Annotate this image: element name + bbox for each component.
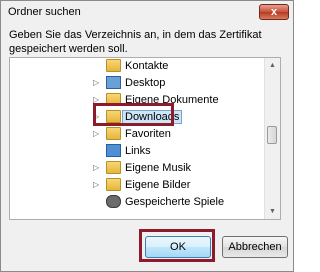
ok-highlight-frame (139, 229, 215, 262)
tree-item-label: Eigene Musik (125, 162, 192, 174)
tree-item-eigene-bilder[interactable]: ▷ Eigene Bilder (10, 177, 260, 194)
title-bar: Ordner suchen x (2, 2, 292, 22)
tree-item-eigene-musik[interactable]: ▷ Eigene Musik (10, 160, 260, 177)
folder-tree[interactable]: Kontakte ▷ Desktop ▷ Eigene Dokumente ▷ … (9, 57, 281, 220)
tree-item-desktop[interactable]: ▷ Desktop (10, 75, 260, 92)
scrollbar-thumb[interactable] (267, 126, 277, 144)
tree-item-label: Desktop (125, 77, 166, 89)
scroll-up-arrow-icon[interactable]: ▲ (265, 58, 280, 73)
expand-icon[interactable]: ▷ (93, 129, 99, 139)
tree-item-links[interactable]: Links (10, 143, 260, 160)
dialog-title: Ordner suchen (8, 6, 81, 18)
tree-item-label: Favoriten (125, 128, 171, 140)
tree-item-label: Kontakte (125, 60, 169, 72)
saved-games-folder-icon (106, 195, 121, 208)
expand-icon[interactable]: ▷ (93, 163, 99, 173)
tree-item-gespeicherte-spiele[interactable]: Gespeicherte Spiele (10, 194, 260, 211)
downloads-highlight-frame (93, 103, 174, 126)
music-folder-icon (106, 161, 121, 174)
tree-item-label: Gespeicherte Spiele (125, 196, 225, 208)
tree-item-kontakte[interactable]: Kontakte (10, 58, 260, 75)
favorites-folder-icon (106, 127, 121, 140)
pictures-folder-icon (106, 178, 121, 191)
close-button[interactable]: x (259, 4, 289, 20)
contacts-folder-icon (106, 59, 121, 72)
expand-icon[interactable]: ▷ (93, 180, 99, 190)
cancel-button[interactable]: Abbrechen (222, 236, 288, 258)
expand-icon[interactable]: ▷ (93, 78, 99, 88)
tree-item-label: Links (125, 145, 151, 157)
desktop-folder-icon (106, 76, 121, 89)
dialog-description: Geben Sie das Verzeichnis an, in dem das… (9, 29, 262, 55)
scroll-down-arrow-icon[interactable]: ▼ (265, 204, 280, 219)
vertical-scrollbar[interactable]: ▲ ▼ (264, 58, 280, 219)
links-folder-icon (106, 144, 121, 157)
tree-item-label: Eigene Bilder (125, 179, 191, 191)
close-icon: x (270, 6, 278, 18)
tree-item-favoriten[interactable]: ▷ Favoriten (10, 126, 260, 143)
